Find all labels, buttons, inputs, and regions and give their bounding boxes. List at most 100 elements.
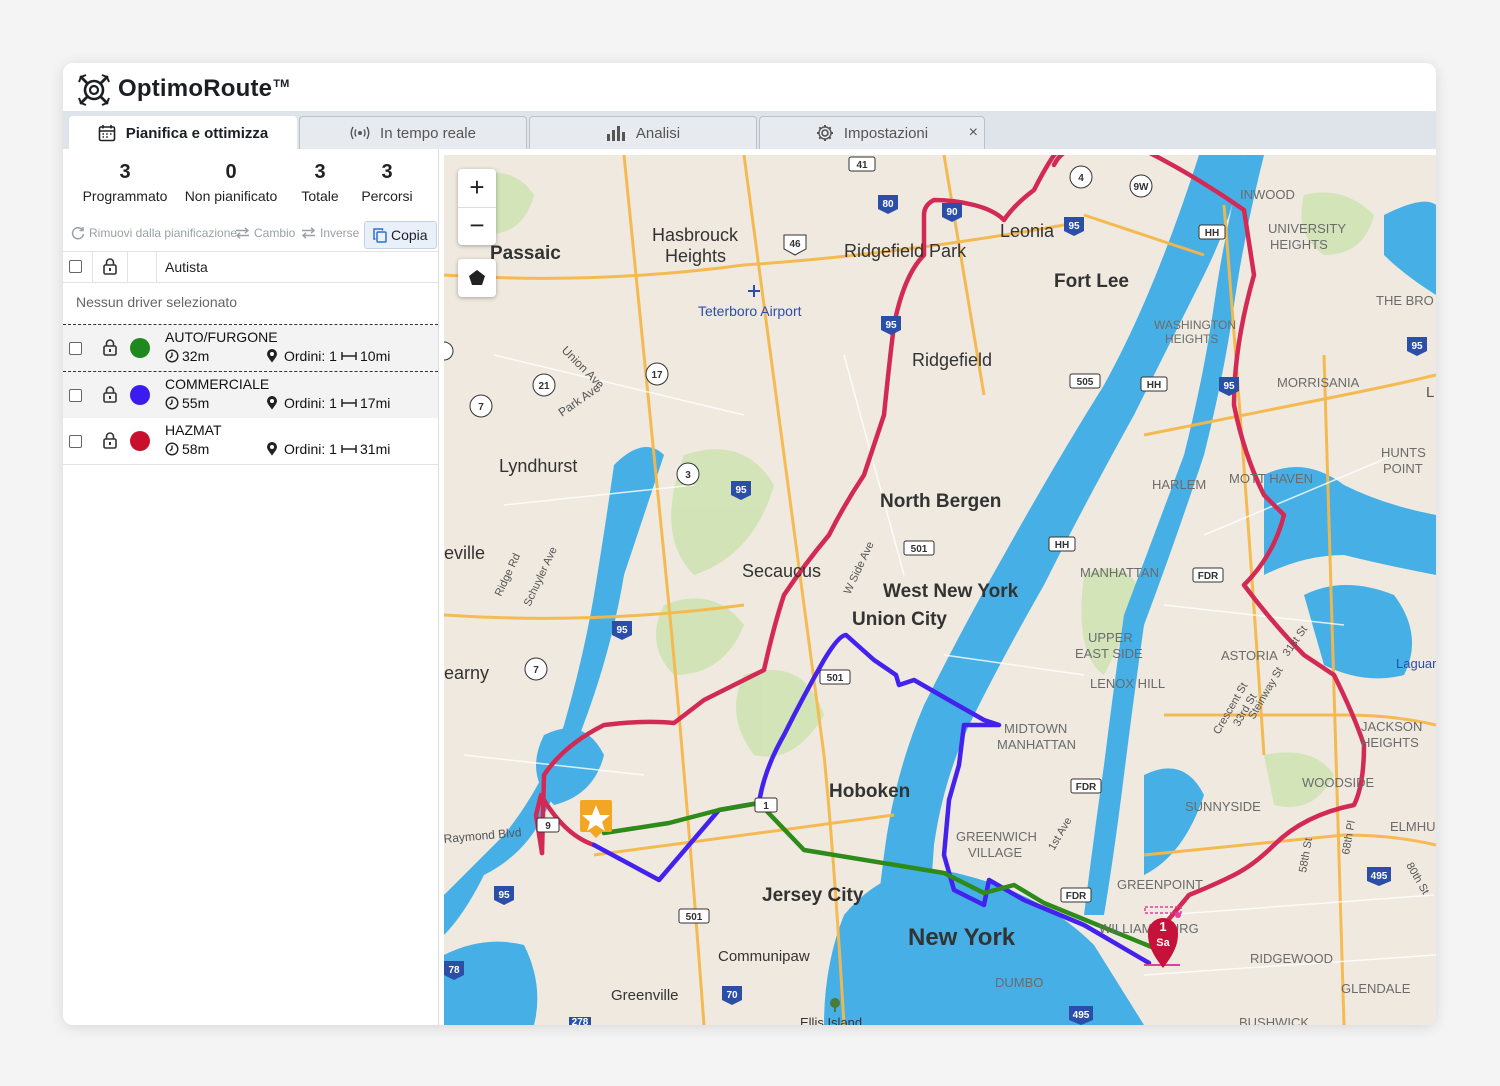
route-map[interactable]: 41 80 90 4 9W 95 46 HH 505 HH 95 95 21 1…: [444, 155, 1436, 1025]
driver-time: 55m: [165, 395, 209, 411]
distance-icon: [341, 399, 357, 407]
svg-text:MOTT HAVEN: MOTT HAVEN: [1229, 471, 1313, 486]
svg-text:MIDTOWN: MIDTOWN: [1004, 721, 1067, 736]
driver-color-dot: [130, 338, 150, 358]
copy-button[interactable]: Copia: [364, 221, 437, 249]
svg-text:46: 46: [789, 239, 801, 250]
app-window: OptimoRouteTM Pianifica e ottimizza In t…: [63, 63, 1436, 1025]
svg-text:FDR: FDR: [1198, 571, 1219, 582]
driver-row-hazmat[interactable]: HAZMAT 58m Ordini: 1 31mi: [63, 418, 438, 465]
svg-text:Heights: Heights: [665, 246, 726, 266]
swap-button[interactable]: Cambio: [235, 226, 295, 240]
svg-text:eville: eville: [444, 543, 485, 563]
svg-text:L: L: [1426, 384, 1434, 401]
map-canvas[interactable]: 41 80 90 4 9W 95 46 HH 505 HH 95 95 21 1…: [444, 155, 1436, 1025]
zoom-control: + −: [458, 169, 496, 245]
driver-row-commerciale[interactable]: COMMERCIALE 55m Ordini: 1 17mi: [63, 372, 438, 418]
stat-label: Programmato: [82, 188, 168, 204]
driver-checkbox[interactable]: [69, 435, 82, 448]
stat-total: 3 Totale: [293, 161, 347, 207]
driver-row-auto-furgone[interactable]: AUTO/FURGONE 32m Ordini: 1 10mi: [63, 325, 438, 372]
stat-routes: 3 Percorsi: [357, 161, 417, 207]
swap-icon: [235, 227, 250, 239]
lock-icon[interactable]: [102, 432, 118, 449]
svg-text:EAST SIDE: EAST SIDE: [1075, 646, 1143, 661]
driver-checkbox[interactable]: [69, 342, 82, 355]
svg-text:HEIGHTS: HEIGHTS: [1270, 237, 1328, 252]
svg-text:95: 95: [616, 625, 628, 636]
zoom-in-button[interactable]: +: [458, 169, 496, 207]
driver-name: COMMERCIALE: [165, 376, 270, 392]
select-all-checkbox[interactable]: [69, 260, 82, 273]
svg-text:RIDGEWOOD: RIDGEWOOD: [1250, 951, 1333, 966]
svg-text:Greenville: Greenville: [611, 987, 679, 1004]
svg-text:Ellis Island: Ellis Island: [800, 1015, 862, 1025]
svg-text:POINT: POINT: [1383, 461, 1423, 476]
svg-text:New York: New York: [908, 924, 1016, 951]
svg-text:WASHINGTON: WASHINGTON: [1154, 318, 1236, 332]
polygon-icon: [469, 270, 485, 285]
svg-text:278: 278: [572, 1017, 589, 1025]
lock-icon[interactable]: [102, 339, 118, 356]
lock-icon[interactable]: [102, 386, 118, 403]
zoom-out-button[interactable]: −: [458, 207, 496, 245]
driver-column-header[interactable]: Autista: [165, 259, 208, 275]
reverse-button[interactable]: Inverse: [301, 226, 359, 240]
close-icon[interactable]: ×: [969, 124, 978, 142]
driver-orders: Ordini: 1: [266, 348, 337, 364]
svg-text:HUNTS: HUNTS: [1381, 445, 1426, 460]
svg-text:INWOOD: INWOOD: [1240, 187, 1295, 202]
remove-from-plan-button[interactable]: Rimuovi dalla pianificazione: [71, 226, 237, 240]
drivers-table-header: Autista: [63, 251, 438, 283]
svg-text:North Bergen: North Bergen: [880, 491, 1001, 512]
svg-text:95: 95: [885, 320, 897, 331]
driver-name: HAZMAT: [165, 422, 222, 438]
svg-text:Hasbrouck: Hasbrouck: [652, 225, 739, 245]
svg-text:Sa: Sa: [1156, 937, 1170, 949]
bar-chart-icon: [606, 126, 625, 141]
tab-real-time[interactable]: In tempo reale: [299, 116, 527, 149]
svg-text:HARLEM: HARLEM: [1152, 477, 1206, 492]
svg-text:7: 7: [533, 665, 539, 676]
svg-text:95: 95: [735, 485, 747, 496]
svg-text:MANHATTAN: MANHATTAN: [997, 737, 1076, 752]
svg-text:95: 95: [1411, 341, 1423, 352]
tab-analytics[interactable]: Analisi: [529, 116, 757, 149]
svg-text:1: 1: [763, 801, 769, 812]
tab-settings[interactable]: Impostazioni ×: [759, 116, 985, 149]
svg-text:78: 78: [448, 965, 460, 976]
svg-text:Fort Lee: Fort Lee: [1054, 271, 1129, 292]
svg-text:HEIGHTS: HEIGHTS: [1361, 735, 1419, 750]
svg-text:DUMBO: DUMBO: [995, 975, 1043, 990]
svg-text:4: 4: [1078, 173, 1084, 184]
driver-distance: 17mi: [341, 395, 390, 411]
draw-polygon-button[interactable]: [458, 259, 496, 297]
no-driver-selected-text: Nessun driver selezionato: [63, 282, 438, 325]
driver-distance: 10mi: [341, 348, 390, 364]
svg-text:Teterboro Airport: Teterboro Airport: [698, 303, 802, 319]
stat-label: Percorsi: [361, 188, 413, 204]
pin-icon: [267, 349, 277, 363]
stats-summary: 3 Programmato 0 Non pianificato 3 Totale…: [63, 161, 438, 209]
clock-icon: [165, 349, 179, 363]
driver-checkbox[interactable]: [69, 389, 82, 402]
svg-text:GLENDALE: GLENDALE: [1341, 981, 1411, 996]
tab-label: Impostazioni: [843, 124, 929, 142]
stat-value: 3: [119, 161, 131, 183]
svg-text:HH: HH: [1055, 540, 1069, 551]
driver-name: AUTO/FURGONE: [165, 329, 278, 345]
driver-color-dot: [130, 431, 150, 451]
svg-text:1: 1: [1159, 919, 1166, 934]
tab-plan-optimize[interactable]: Pianifica e ottimizza: [69, 116, 297, 149]
svg-text:ASTORIA: ASTORIA: [1221, 648, 1278, 663]
driver-orders: Ordini: 1: [266, 441, 337, 457]
svg-text:9W: 9W: [1134, 182, 1150, 193]
svg-text:JACKSON: JACKSON: [1361, 719, 1422, 734]
svg-text:21: 21: [538, 381, 550, 392]
stat-scheduled: 3 Programmato: [78, 161, 172, 207]
broadcast-icon: [350, 126, 370, 140]
svg-text:501: 501: [686, 912, 703, 923]
svg-text:WOODSIDE: WOODSIDE: [1302, 775, 1375, 790]
svg-text:MORRISANIA: MORRISANIA: [1277, 375, 1360, 390]
lock-icon[interactable]: [102, 258, 118, 275]
